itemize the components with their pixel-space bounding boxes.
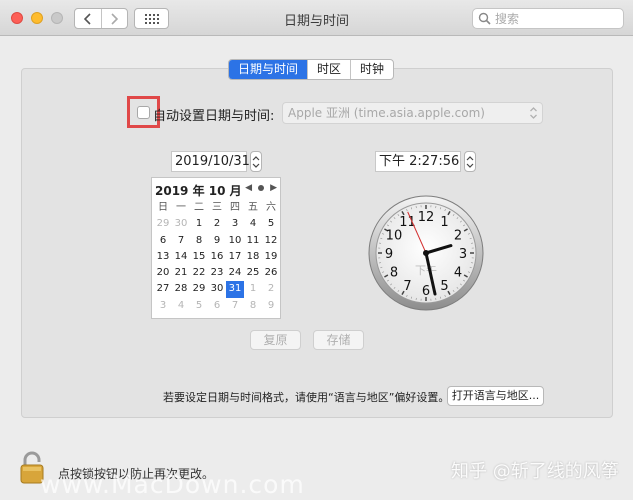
calendar: 2019 年 10 月 ◀ ▶ 日一二三四五六 29 30 1 2 3 4 5 6 7 8 9 10 11… <box>151 177 281 319</box>
calendar-month: 2019 年 10 月 <box>155 184 242 198</box>
clock-number: 12 <box>418 210 435 225</box>
tab-bar: 日期与时间 时区 时钟 <box>228 59 395 80</box>
previous-month-icon[interactable]: ◀ <box>245 183 252 193</box>
clock-number: 2 <box>454 229 462 244</box>
calendar-day[interactable]: 3 <box>154 298 172 314</box>
calendar-day[interactable]: 22 <box>190 265 208 281</box>
clock-number: 6 <box>422 284 430 299</box>
calendar-day[interactable]: 2 <box>208 216 226 232</box>
calendar-day[interactable]: 12 <box>262 233 280 249</box>
calendar-day[interactable]: 19 <box>262 249 280 265</box>
calendar-day[interactable]: 21 <box>172 265 190 281</box>
clock-number: 4 <box>454 266 462 281</box>
calendar-day[interactable]: 18 <box>244 249 262 265</box>
clock-number: 8 <box>390 266 398 281</box>
calendar-day[interactable]: 15 <box>190 249 208 265</box>
calendar-day[interactable]: 9 <box>262 298 280 314</box>
calendar-day[interactable]: 26 <box>262 265 280 281</box>
clock-number: 5 <box>440 279 448 294</box>
weekday-header: 四 <box>230 202 240 213</box>
calendar-day[interactable]: 7 <box>172 233 190 249</box>
format-hint: 若要设定日期与时间格式，请使用“语言与地区”偏好设置。 <box>163 391 450 404</box>
time-server-value: Apple 亚洲 (time.asia.apple.com) <box>288 106 485 120</box>
stepper-arrows-icon <box>466 155 474 168</box>
tab-date-time[interactable]: 日期与时间 <box>229 60 308 79</box>
calendar-day[interactable]: 8 <box>190 233 208 249</box>
calendar-day[interactable]: 4 <box>244 216 262 232</box>
calendar-day[interactable]: 14 <box>172 249 190 265</box>
clock-number: 11 <box>399 215 416 230</box>
next-month-icon[interactable]: ▶ <box>270 183 277 193</box>
title-bar: 日期与时间 搜索 <box>0 0 633 36</box>
calendar-grid: 日一二三四五六 29 30 1 2 3 4 5 6 7 8 9 10 11 12 13 14 15 16 17 18 19… <box>154 200 280 314</box>
calendar-nav: ◀ ▶ <box>245 183 277 193</box>
weekday-header: 二 <box>194 202 204 213</box>
calendar-day[interactable]: 24 <box>226 265 244 281</box>
today-button[interactable] <box>258 185 265 191</box>
weekday-header: 日 <box>158 202 168 213</box>
weekday-header: 五 <box>248 202 258 213</box>
calendar-day[interactable]: 13 <box>154 249 172 265</box>
date-field[interactable]: 2019/10/31 <box>171 151 250 172</box>
clock-number: 3 <box>459 247 467 262</box>
calendar-day[interactable]: 6 <box>154 233 172 249</box>
calendar-day[interactable]: 6 <box>208 298 226 314</box>
calendar-day[interactable]: 25 <box>244 265 262 281</box>
date-stepper[interactable] <box>250 151 262 172</box>
calendar-day[interactable]: 30 <box>208 281 226 297</box>
search-input[interactable]: 搜索 <box>472 8 624 29</box>
weekday-header: 六 <box>266 202 276 213</box>
calendar-day[interactable]: 29 <box>190 281 208 297</box>
calendar-day[interactable]: 9 <box>208 233 226 249</box>
clock-number: 9 <box>385 247 393 262</box>
time-field[interactable]: 下午 2:27:56 <box>375 151 461 172</box>
calendar-day[interactable]: 31 <box>226 281 244 298</box>
clock-ampm: 下午 <box>415 264 437 277</box>
calendar-day[interactable]: 8 <box>244 298 262 314</box>
search-icon <box>478 12 491 25</box>
tab-clock[interactable]: 时钟 <box>350 60 393 79</box>
clock-center <box>423 250 429 256</box>
clock-number: 7 <box>403 279 411 294</box>
calendar-day[interactable]: 20 <box>154 265 172 281</box>
calendar-day[interactable]: 28 <box>172 281 190 297</box>
time-server-select[interactable]: Apple 亚洲 (time.asia.apple.com) <box>282 102 543 124</box>
weekday-header: 三 <box>212 202 222 213</box>
clock-number: 10 <box>386 229 403 244</box>
tab-time-zone[interactable]: 时区 <box>307 60 350 79</box>
calendar-day[interactable]: 23 <box>208 265 226 281</box>
calendar-day[interactable]: 10 <box>226 233 244 249</box>
calendar-day[interactable]: 2 <box>262 281 280 297</box>
clock-number: 1 <box>440 215 448 230</box>
credit-text: 知乎 @斩了线的风筝 <box>451 461 619 482</box>
popup-arrows-icon <box>530 107 537 119</box>
calendar-day[interactable]: 16 <box>208 249 226 265</box>
stepper-arrows-icon <box>252 155 260 168</box>
calendar-day[interactable]: 7 <box>226 298 244 314</box>
calendar-day[interactable]: 11 <box>244 233 262 249</box>
calendar-day[interactable]: 3 <box>226 216 244 232</box>
calendar-day[interactable]: 5 <box>190 298 208 314</box>
revert-button[interactable]: 复原 <box>250 330 301 350</box>
calendar-day[interactable]: 1 <box>190 216 208 232</box>
watermark: www.MacDown.com <box>40 470 305 499</box>
calendar-day[interactable]: 30 <box>172 216 190 232</box>
auto-set-label: 自动设置日期与时间: <box>153 109 275 124</box>
save-button[interactable]: 存储 <box>313 330 364 350</box>
time-stepper[interactable] <box>464 151 476 172</box>
calendar-day[interactable]: 5 <box>262 216 280 232</box>
calendar-day[interactable]: 27 <box>154 281 172 297</box>
calendar-day[interactable]: 29 <box>154 216 172 232</box>
calendar-day[interactable]: 17 <box>226 249 244 265</box>
calendar-day[interactable]: 1 <box>244 281 262 297</box>
search-placeholder: 搜索 <box>495 12 520 26</box>
open-language-region-button[interactable]: 打开语言与地区... <box>447 386 544 406</box>
weekday-header: 一 <box>176 202 186 213</box>
analog-clock: 12 12 3 45678 9 1011 下午 <box>368 195 484 311</box>
calendar-day[interactable]: 4 <box>172 298 190 314</box>
